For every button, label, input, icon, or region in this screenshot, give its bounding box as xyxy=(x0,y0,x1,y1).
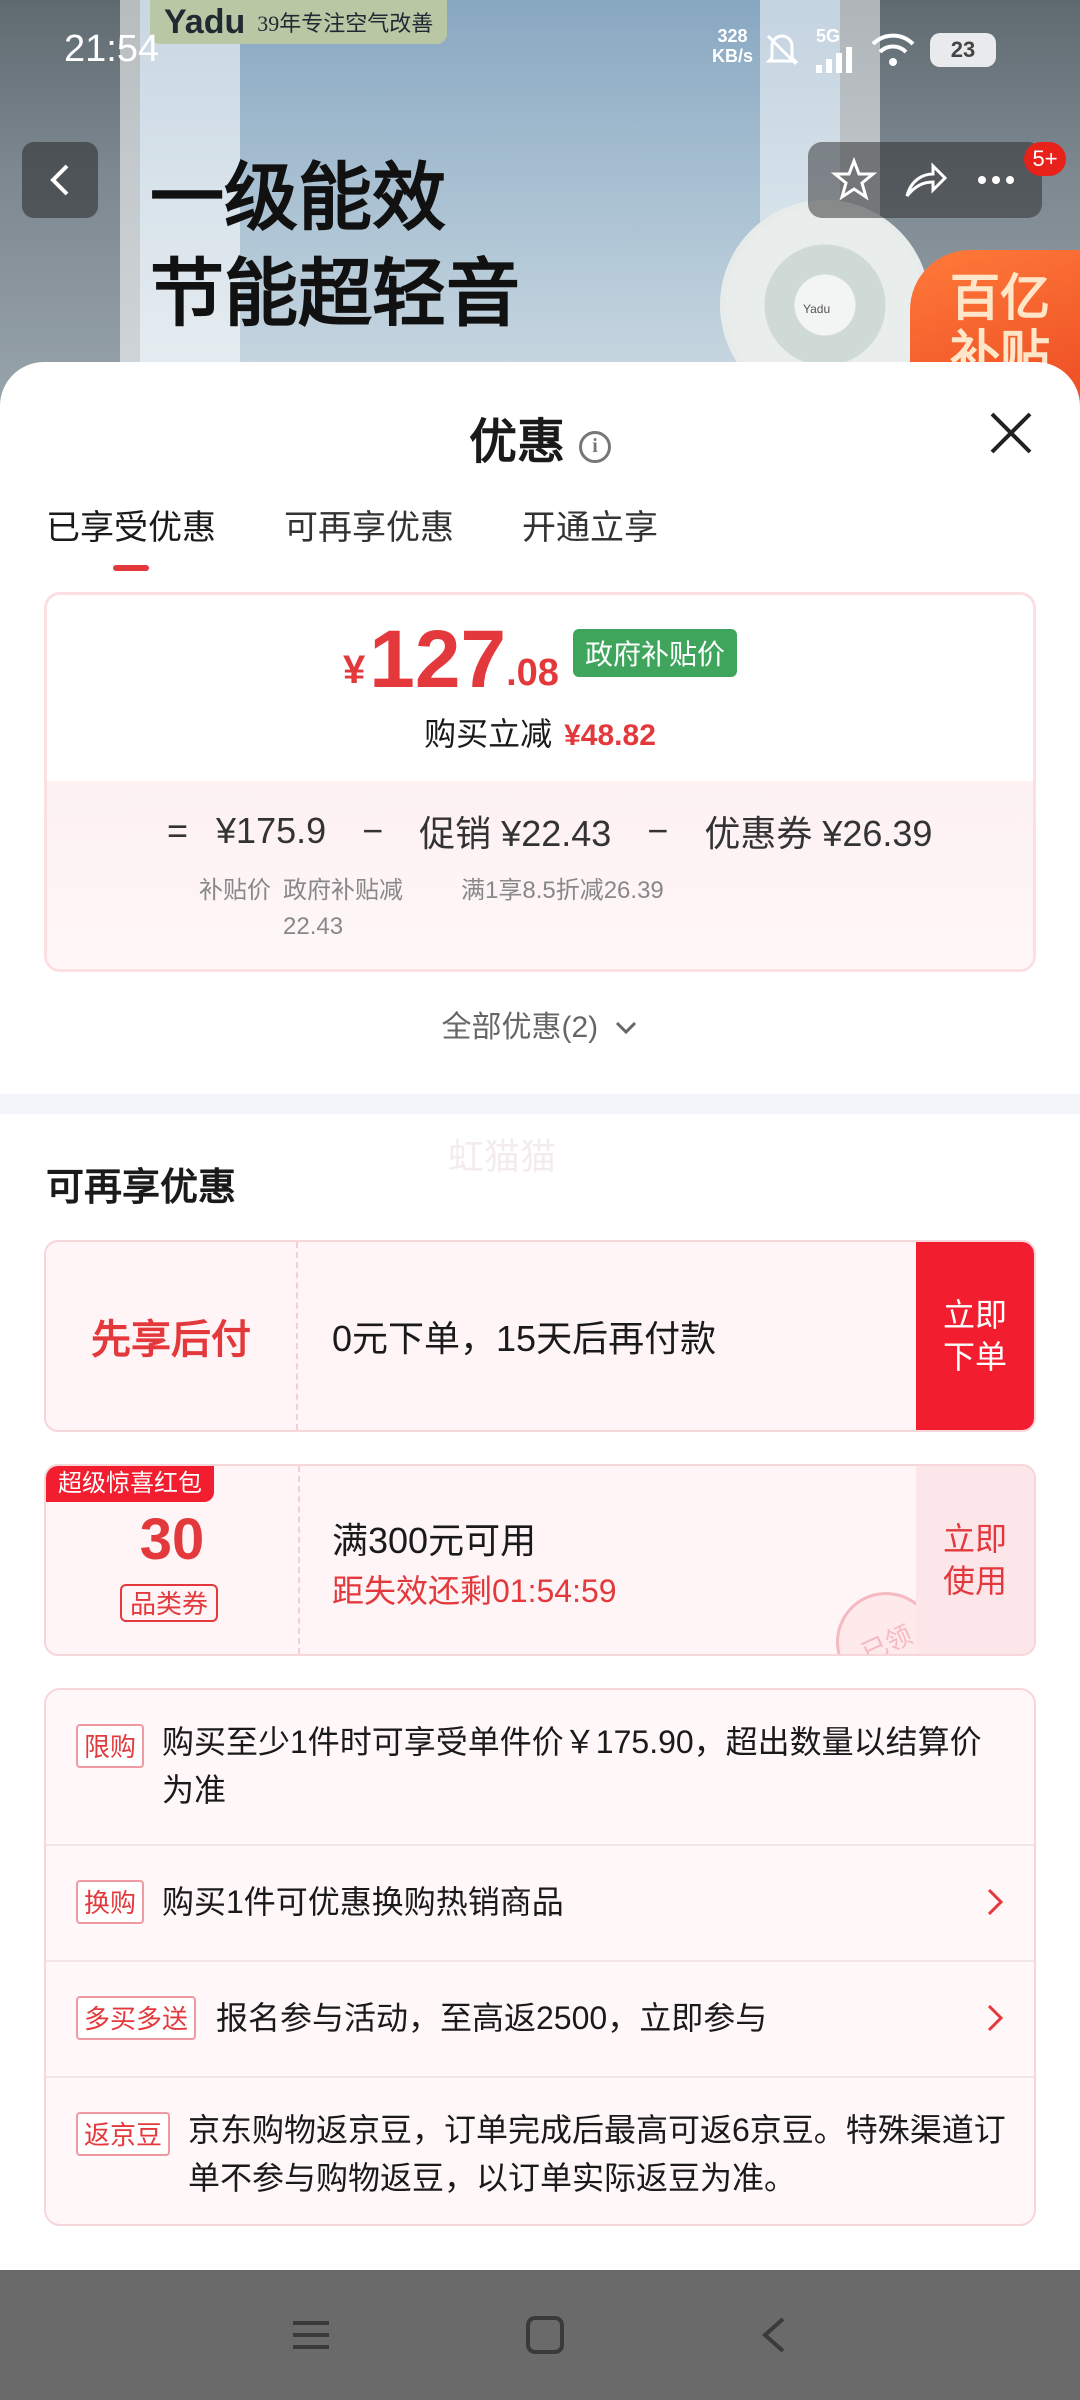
promo-text: 购买至少1件时可享受单件价￥175.90，超出数量以结算价为准 xyxy=(162,1724,982,1808)
wifi-icon xyxy=(871,33,915,66)
menu-icon[interactable] xyxy=(289,2315,333,2355)
watermark: 虹猫猫 xyxy=(448,1136,557,1177)
star-icon[interactable] xyxy=(830,156,878,204)
tab-enjoyed[interactable]: 已享受优惠 xyxy=(46,500,216,571)
instant-reduction: 购买立减 ¥48.82 xyxy=(47,709,1033,755)
promo-caption-line2: 22.43 xyxy=(283,913,344,940)
signal-icon: 5G xyxy=(816,26,856,73)
bnpl-card[interactable]: 先享后付 0元下单，15天后再付款 立即下单 xyxy=(44,1240,1036,1432)
info-icon[interactable]: i xyxy=(579,430,611,463)
promo-item-exchange[interactable]: 换购 购买1件可优惠换购热销商品 xyxy=(46,1844,1034,1960)
promo-text: 购买1件可优惠换购热销商品 xyxy=(162,1884,564,1920)
promotion-list: 限购 购买至少1件时可享受单件价￥175.90，超出数量以结算价为准 换购 购买… xyxy=(44,1688,1036,2226)
gov-subsidy-tag: 政府补贴价 xyxy=(572,629,737,677)
net-speed-unit: KB/s xyxy=(712,46,754,66)
offers-sheet: 优惠 i 已享受优惠 可再享优惠 开通立享 ¥ 127 .08 政府补贴价 购买立… xyxy=(0,362,1080,2270)
promo-item-buy-more[interactable]: 多买多送 报名参与活动，至高返2500，立即参与 xyxy=(46,1960,1034,2076)
sheet-title-text: 优惠 xyxy=(468,416,565,469)
status-bar: 21:54 328 KB/s 5G 23 xyxy=(0,0,1080,100)
chevron-left-icon xyxy=(50,164,69,196)
minus-sign: − xyxy=(362,810,384,851)
clock: 21:54 xyxy=(64,28,160,70)
tab-more[interactable]: 可再享优惠 xyxy=(284,500,454,567)
price-integer: 127 xyxy=(369,614,507,705)
promo-item-jd-beans: 返京豆 京东购物返京豆，订单完成后最高可返6京豆。特殊渠道订单不参与购物返豆，以… xyxy=(46,2076,1034,2224)
headline-line2: 节能超轻音 xyxy=(150,252,520,335)
back-button[interactable] xyxy=(22,142,98,218)
reduce-label: 购买立减 xyxy=(424,716,553,752)
promo-text: 报名参与活动，至高返2500，立即参与 xyxy=(216,2000,768,2036)
offer-tabs: 已享受优惠 可再享优惠 开通立享 xyxy=(46,500,658,571)
headline-line1: 一级能效 xyxy=(150,156,446,239)
network-type: 5G xyxy=(816,26,841,46)
price-card: ¥ 127 .08 政府补贴价 购买立减 ¥48.82 = ¥175.9 − 促销… xyxy=(44,592,1036,972)
bnpl-label: 先享后付 xyxy=(46,1242,298,1430)
all-offers-label: 全部优惠(2) xyxy=(441,1011,599,1044)
message-badge: 5+ xyxy=(1024,142,1066,176)
final-price-block: ¥ 127 .08 政府补贴价 购买立减 ¥48.82 xyxy=(47,595,1033,781)
order-btn-line1: 立即 xyxy=(942,1297,1007,1333)
promo-item-limit: 限购 购买至少1件时可享受单件价￥175.90，超出数量以结算价为准 xyxy=(46,1690,1034,1844)
chevron-right-icon xyxy=(987,2004,1004,2032)
signal-bars-icon xyxy=(816,47,852,73)
more-icon[interactable] xyxy=(972,156,1020,204)
base-price-caption: 补贴价 xyxy=(199,877,271,904)
currency-symbol: ¥ xyxy=(343,648,366,692)
coupon-condition: 满300元可用 xyxy=(332,1520,537,1561)
coupon-countdown: 距失效还剩01:54:59 xyxy=(332,1573,617,1609)
system-nav-bar xyxy=(0,2270,1080,2400)
status-icons: 5G 23 xyxy=(762,26,996,73)
chevron-down-icon xyxy=(615,1021,636,1035)
sheet-title: 优惠 i xyxy=(0,402,1080,472)
coupon-separator xyxy=(298,1466,300,1654)
all-offers-toggle[interactable]: 全部优惠(2) xyxy=(0,1002,1080,1046)
banner-headline: 一级能效 节能超轻音 xyxy=(150,150,520,342)
promo-caption-line1: 政府补贴减 xyxy=(283,877,403,904)
use-now-button[interactable]: 立即 使用 xyxy=(916,1466,1034,1654)
coupon-card[interactable]: 超级惊喜红包 30 品类券 满300元可用 距失效还剩01:54:59 已领 立… xyxy=(44,1464,1036,1656)
coupon-kind: 品类券 xyxy=(120,1584,219,1622)
coupon-value: 30 xyxy=(139,1507,205,1572)
chevron-right-icon xyxy=(987,1888,1004,1916)
price-decimal: .08 xyxy=(506,652,559,694)
order-btn-line2: 下单 xyxy=(942,1339,1007,1375)
price-formula: = ¥175.9 − 促销 ¥22.43 − 优惠券 ¥26.39 xyxy=(167,805,932,857)
bnpl-desc: 0元下单，15天后再付款 xyxy=(332,1318,717,1359)
final-price: ¥ 127 .08 政府补贴价 xyxy=(47,617,1033,703)
mute-icon xyxy=(765,34,799,65)
coupon-caption: 满1享8.5折减26.39 xyxy=(461,877,664,904)
use-btn-line1: 立即 xyxy=(942,1521,1007,1557)
promo-discount: 促销 ¥22.43 xyxy=(419,813,612,854)
coupon-discount: 优惠券 ¥26.39 xyxy=(704,813,933,854)
base-price: ¥175.9 xyxy=(216,810,327,851)
promo-tag: 换购 xyxy=(76,1880,145,1924)
section-divider xyxy=(0,1094,1080,1114)
minus-sign: − xyxy=(647,810,669,851)
reduce-amount: ¥48.82 xyxy=(564,719,656,752)
battery-icon: 23 xyxy=(930,32,996,67)
subsidy-line1: 百亿 xyxy=(950,270,1050,326)
more-offers-title: 可再享优惠 xyxy=(46,1167,237,1209)
coupon-ribbon: 超级惊喜红包 xyxy=(46,1466,214,1502)
action-group xyxy=(808,142,1042,218)
promo-tag: 返京豆 xyxy=(76,2112,171,2156)
tab-activate[interactable]: 开通立享 xyxy=(522,500,658,567)
sheet-header: 优惠 i xyxy=(0,362,1080,469)
net-speed: 328 KB/s xyxy=(712,26,753,66)
fan-logo: Yadu xyxy=(803,302,831,316)
promo-tag: 多买多送 xyxy=(76,1996,197,2040)
use-btn-line2: 使用 xyxy=(942,1563,1007,1599)
net-speed-value: 328 xyxy=(717,26,748,46)
promo-text: 京东购物返京豆，订单完成后最高可返6京豆。特殊渠道订单不参与购物返豆，以订单实际… xyxy=(188,2112,1006,2196)
back-nav-icon[interactable] xyxy=(757,2313,791,2357)
equals-sign: = xyxy=(167,810,189,851)
promo-caption: 政府补贴减 22.43 xyxy=(283,873,403,945)
share-icon[interactable] xyxy=(901,156,949,204)
price-breakdown: = ¥175.9 − 促销 ¥22.43 − 优惠券 ¥26.39 补贴价 政府… xyxy=(47,781,1033,969)
order-now-button[interactable]: 立即 下单 xyxy=(916,1242,1034,1430)
close-icon[interactable] xyxy=(986,408,1036,458)
home-icon[interactable] xyxy=(523,2313,567,2357)
promo-tag: 限购 xyxy=(76,1724,145,1768)
